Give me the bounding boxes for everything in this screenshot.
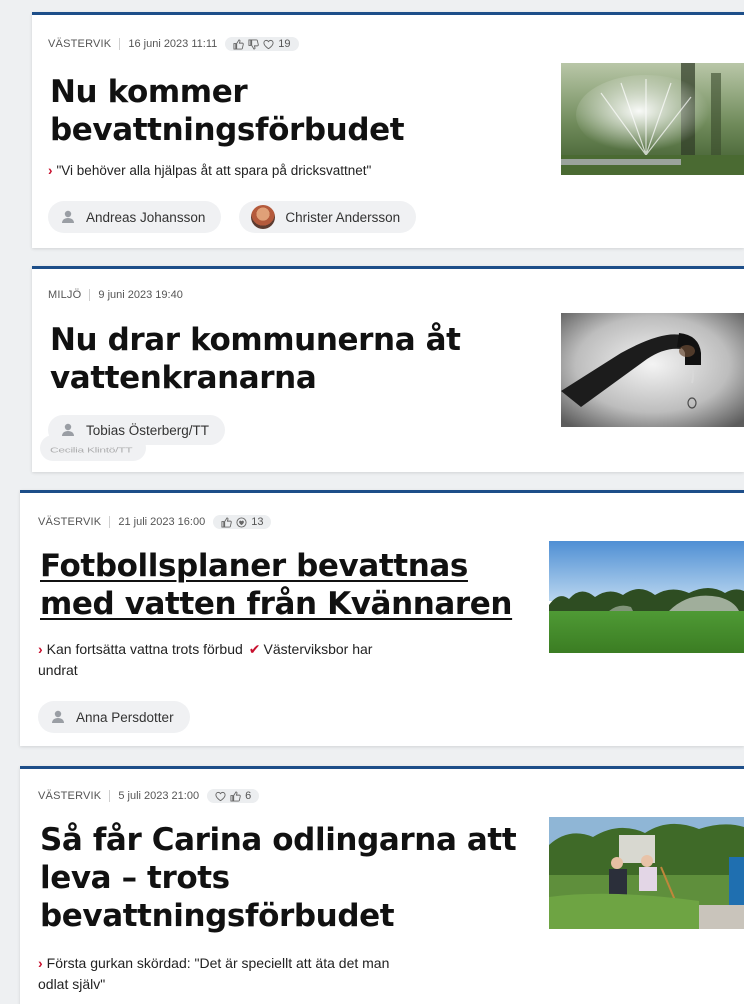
article-card-1[interactable]: VÄSTERVIK 16 juni 2023 11:11 19 Nu komme… [32,12,744,248]
checkmark-icon: ✔ [248,641,261,657]
author-pill[interactable]: Andreas Johansson [48,201,222,233]
article-datetime: 9 juni 2023 19:40 [98,289,183,301]
dripping-tap-photo [561,313,744,427]
article-card-4[interactable]: VÄSTERVIK 5 juli 2023 21:00 6 Så får Car… [20,766,744,1004]
article-headline[interactable]: Fotbollsplaner bevattnas med vatten från… [40,547,513,623]
person-icon [62,423,74,436]
article-datetime: 16 juni 2023 11:11 [128,38,218,50]
subheading-text: "Vi behöver alla hjälpas åt att spara på… [56,163,372,178]
article-subheading: › Kan fortsätta vattna trots förbud ✔ Väste… [38,639,498,681]
chevron-right-icon: › [48,163,53,178]
article-headline[interactable]: Så får Carina odlingarna att leva – trot… [40,821,517,935]
sprinkler-photo [561,63,744,175]
heart-icon [215,791,226,801]
article-subheading: › "Vi behöver alla hjälpas åt att spara p… [48,160,371,181]
meta-divider [109,516,111,528]
article-section[interactable]: VÄSTERVIK [48,38,111,50]
reaction-count: 19 [278,38,291,50]
garden-people-photo [549,817,744,929]
article-section[interactable]: VÄSTERVIK [38,516,101,528]
article-section[interactable]: VÄSTERVIK [38,790,101,802]
headline-line: bevattningsförbudet [50,112,405,148]
headline-line: Nu drar kommunerna åt [50,322,461,358]
meta-divider [119,38,121,50]
article-meta: VÄSTERVIK 21 juli 2023 16:00 13 [38,515,272,529]
article-datetime: 5 juli 2023 21:00 [118,790,200,802]
author-list: Andreas Johansson Christer Andersson [48,201,417,233]
chevron-right-icon: › [38,641,43,657]
article-card-3[interactable]: VÄSTERVIK 21 juli 2023 16:00 13 Fotbolls… [20,490,744,746]
article-meta: MILJÖ 9 juni 2023 19:40 [48,289,183,301]
article-headline[interactable]: Nu drar kommunerna åt vattenkranarna [50,321,461,397]
reaction-counter[interactable]: 13 [213,515,272,529]
person-icon [52,710,64,723]
thumb-up-icon [221,516,232,528]
author-list: Tobias Österberg/TT [48,415,226,445]
article-thumbnail[interactable] [549,541,744,653]
author-name: Anna Persdotter [76,709,174,725]
heart-icon [263,39,274,49]
headline-line: Nu kommer [50,74,248,110]
author-name: Christer Andersson [285,209,401,225]
headline-line: Fotbollsplaner bevattnas [40,548,468,584]
headline-line: vattenkranarna [50,360,317,396]
author-pill[interactable]: Anna Persdotter [38,701,190,733]
author-pill[interactable]: Christer Andersson [239,201,417,233]
article-section[interactable]: MILJÖ [48,289,81,301]
article-headline[interactable]: Nu kommer bevattningsförbudet [50,73,405,149]
article-card-2[interactable]: MILJÖ 9 juni 2023 19:40 Nu drar kommuner… [32,266,744,472]
subheading-text: Kan fortsätta vattna trots förbud [46,641,243,657]
meta-divider [89,289,91,301]
chevron-right-icon: › [38,955,43,971]
thumb-down-icon [248,38,260,50]
headline-line: bevattningsförbudet [40,898,395,934]
meta-divider [109,790,111,802]
thumb-up-icon [230,790,241,802]
reaction-count: 6 [245,790,252,802]
thumb-up-icon [233,38,245,50]
article-thumbnail[interactable] [549,817,744,929]
reaction-count: 13 [251,516,264,528]
person-icon [62,210,74,223]
overlapped-author-name: Cecilia Klintö/TT [50,445,133,455]
reaction-counter[interactable]: 19 [225,37,299,51]
football-field-sprinkler-photo [549,541,744,653]
author-avatar [251,205,276,229]
subheading-text: Västerviksbor har [263,641,373,657]
subheading-text: undrat [38,662,78,678]
author-list: Anna Persdotter [38,701,190,733]
headline-line: med vatten från Kvännaren [40,586,513,622]
article-subheading: › Första gurkan skördad: "Det är speciell… [38,953,518,995]
article-meta: VÄSTERVIK 16 juni 2023 11:11 19 [48,37,299,51]
author-name: Andreas Johansson [86,209,206,225]
author-pill[interactable]: Tobias Österberg/TT [48,415,226,445]
article-thumbnail[interactable] [561,63,744,175]
subheading-text: Första gurkan skördad: "Det är speciellt… [46,955,390,971]
reaction-counter[interactable]: 6 [207,789,260,803]
article-datetime: 21 juli 2023 16:00 [118,516,206,528]
article-meta: VÄSTERVIK 5 juli 2023 21:00 6 [38,789,260,803]
headline-line: Så får Carina odlingarna att [40,822,517,858]
article-thumbnail[interactable] [561,313,744,427]
heart-icon [236,516,247,528]
author-name: Tobias Österberg/TT [86,422,210,438]
headline-line: leva – trots [40,860,230,896]
subheading-text: odlat själv" [38,976,106,992]
